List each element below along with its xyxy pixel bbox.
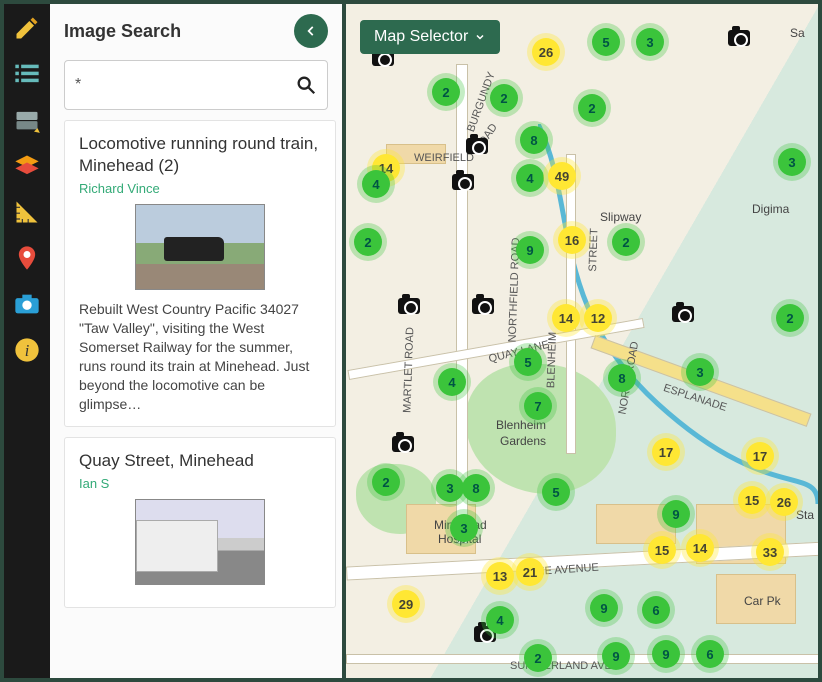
cluster-marker[interactable]: 14: [552, 304, 580, 332]
poi-label: Blenheim: [496, 418, 546, 432]
cluster-marker[interactable]: 3: [436, 474, 464, 502]
search-input[interactable]: [75, 76, 295, 94]
cluster-marker[interactable]: 29: [392, 590, 420, 618]
camera-icon[interactable]: [466, 138, 488, 154]
collapse-button[interactable]: [294, 14, 328, 48]
ruler-tool[interactable]: [9, 194, 45, 230]
cluster-marker[interactable]: 17: [652, 438, 680, 466]
results-list[interactable]: Locomotive running round train, Minehead…: [50, 120, 342, 678]
cluster-marker[interactable]: 4: [516, 164, 544, 192]
pin-tool[interactable]: [9, 240, 45, 276]
cluster-marker[interactable]: 15: [648, 536, 676, 564]
cluster-marker[interactable]: 17: [746, 442, 774, 470]
cluster-marker[interactable]: 4: [486, 606, 514, 634]
cluster-marker[interactable]: 6: [696, 640, 724, 668]
cluster-marker[interactable]: 8: [608, 364, 636, 392]
poi-label: Car Pk: [744, 594, 781, 608]
camera-icon[interactable]: [392, 436, 414, 452]
camera-icon[interactable]: [452, 174, 474, 190]
svg-text:i: i: [25, 341, 30, 360]
cluster-marker[interactable]: 2: [354, 228, 382, 256]
camera-icon[interactable]: [672, 306, 694, 322]
cluster-marker[interactable]: 2: [372, 468, 400, 496]
list-tool[interactable]: [9, 56, 45, 92]
cluster-marker[interactable]: 21: [516, 558, 544, 586]
cluster-marker[interactable]: 9: [516, 236, 544, 264]
cluster-marker[interactable]: 33: [756, 538, 784, 566]
panel-title: Image Search: [64, 21, 294, 42]
search-panel: Image Search Locomotive running round tr…: [50, 4, 346, 678]
search-box[interactable]: [64, 60, 328, 110]
cluster-marker[interactable]: 16: [558, 226, 586, 254]
cluster-marker[interactable]: 5: [592, 28, 620, 56]
cluster-marker[interactable]: 2: [524, 644, 552, 672]
cluster-marker[interactable]: 49: [548, 162, 576, 190]
chevron-down-icon: [474, 31, 486, 43]
cluster-marker[interactable]: 26: [532, 38, 560, 66]
result-thumbnail[interactable]: [135, 204, 265, 290]
tool-strip: i: [4, 4, 50, 678]
cluster-marker[interactable]: 5: [514, 348, 542, 376]
cluster-marker[interactable]: 2: [612, 228, 640, 256]
cluster-marker[interactable]: 26: [770, 488, 798, 516]
map-selector-label: Map Selector: [374, 28, 468, 46]
cluster-marker[interactable]: 4: [362, 170, 390, 198]
cluster-marker[interactable]: 3: [778, 148, 806, 176]
camera-icon[interactable]: [398, 298, 420, 314]
cluster-marker[interactable]: 2: [490, 84, 518, 112]
street-label: MARTLET ROAD: [401, 327, 416, 413]
street-label: BLENHEIM: [545, 332, 559, 389]
cluster-marker[interactable]: 15: [738, 486, 766, 514]
result-author: Richard Vince: [79, 181, 321, 196]
cluster-marker[interactable]: 12: [584, 304, 612, 332]
cluster-marker[interactable]: 3: [636, 28, 664, 56]
cluster-marker[interactable]: 9: [590, 594, 618, 622]
result-title: Locomotive running round train, Minehead…: [79, 133, 321, 177]
poi-label: Digima: [752, 202, 789, 216]
cluster-marker[interactable]: 14: [686, 534, 714, 562]
search-icon[interactable]: [295, 74, 317, 96]
cluster-marker[interactable]: 13: [486, 562, 514, 590]
cluster-marker[interactable]: 2: [776, 304, 804, 332]
result-card[interactable]: Locomotive running round train, Minehead…: [64, 120, 336, 427]
cluster-marker[interactable]: 6: [642, 596, 670, 624]
cluster-marker[interactable]: 7: [524, 392, 552, 420]
cluster-marker[interactable]: 2: [432, 78, 460, 106]
cluster-marker[interactable]: 8: [520, 126, 548, 154]
drawer-tool[interactable]: [9, 102, 45, 138]
result-description: Rebuilt West Country Pacific 34027 "Taw …: [79, 300, 321, 413]
map-selector-button[interactable]: Map Selector: [360, 20, 500, 54]
camera-icon[interactable]: [728, 30, 750, 46]
result-card[interactable]: Quay Street, Minehead Ian S: [64, 437, 336, 608]
layers-tool[interactable]: [9, 148, 45, 184]
cluster-marker[interactable]: 9: [662, 500, 690, 528]
pencil-tool[interactable]: [9, 10, 45, 46]
cluster-marker[interactable]: 3: [686, 358, 714, 386]
info-tool[interactable]: i: [9, 332, 45, 368]
cluster-marker[interactable]: 4: [438, 368, 466, 396]
cluster-marker[interactable]: 9: [602, 642, 630, 670]
poi-label: Slipway: [600, 210, 641, 224]
result-title: Quay Street, Minehead: [79, 450, 321, 472]
road: [456, 64, 468, 544]
street-label: STREET: [587, 228, 601, 272]
cluster-marker[interactable]: 3: [450, 514, 478, 542]
camera-icon[interactable]: [472, 298, 494, 314]
map-canvas[interactable]: Map Selector 265322283144449229162141258…: [346, 4, 818, 678]
camera-tool[interactable]: [9, 286, 45, 322]
cluster-marker[interactable]: 2: [578, 94, 606, 122]
poi-label: Sta: [796, 508, 814, 522]
poi-label: Sa: [790, 26, 805, 40]
cluster-marker[interactable]: 9: [652, 640, 680, 668]
result-author: Ian S: [79, 476, 321, 491]
result-thumbnail[interactable]: [135, 499, 265, 585]
poi-label: Gardens: [500, 434, 546, 448]
street-label: WEIRFIELD: [414, 152, 474, 164]
cluster-marker[interactable]: 5: [542, 478, 570, 506]
cluster-marker[interactable]: 8: [462, 474, 490, 502]
